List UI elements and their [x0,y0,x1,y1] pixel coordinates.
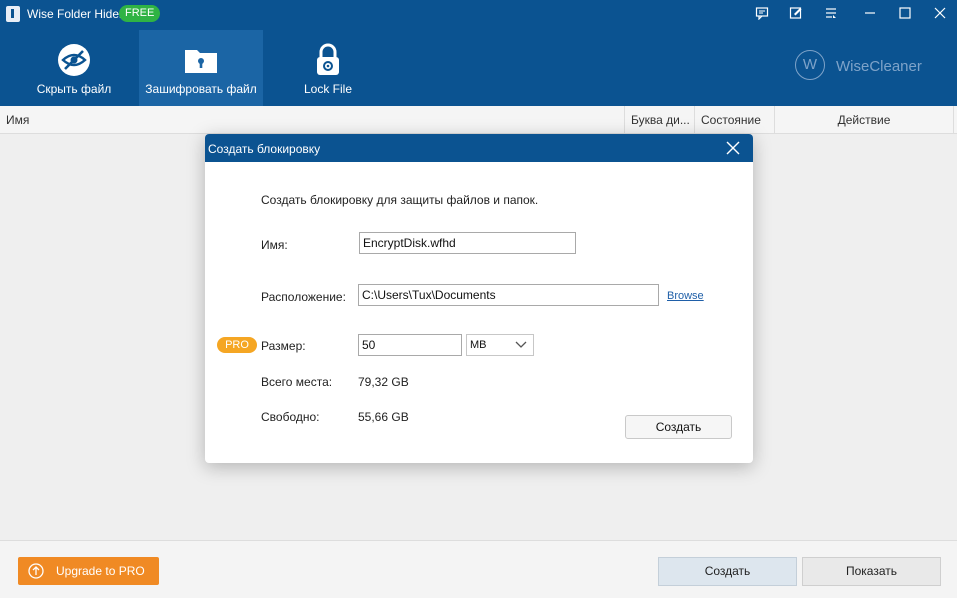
toolbar-lock-file-label: Lock File [303,82,353,96]
column-status[interactable]: Состояние [695,106,775,134]
dialog-description: Создать блокировку для защиты файлов и п… [261,193,539,207]
chevron-down-icon [515,341,527,348]
folder-lock-icon [185,50,217,73]
wisecleaner-brand: WiseCleaner [836,58,922,75]
eye-slash-icon [58,44,90,76]
size-label: Размер: [261,339,306,353]
toolbar-lock-file[interactable]: Lock File [266,30,390,106]
footer-bar: Upgrade to PRO Создать Показать [0,540,957,598]
column-action[interactable]: Действие [775,106,954,134]
total-space-label: Всего места: [261,375,333,389]
arrow-up-circle-icon [28,563,44,579]
edit-icon[interactable] [782,2,810,24]
free-space-value: 55,66 GB [358,410,409,424]
upgrade-label: Upgrade to PRO [56,564,145,578]
close-icon[interactable] [926,2,954,24]
minimize-icon[interactable] [856,2,884,24]
size-unit-select[interactable]: MB [466,334,534,356]
toolbar-encrypt-file-label: Зашифровать файл [145,82,257,96]
padlock-icon [317,43,339,75]
dialog-title: Создать блокировку [208,142,321,156]
location-label: Расположение: [261,290,346,304]
feedback-icon[interactable] [748,2,776,24]
dialog-close-icon[interactable] [723,138,743,158]
toolbar-encrypt-file[interactable]: Зашифровать файл [139,30,263,106]
column-drive-letter[interactable]: Буква ди... [625,106,695,134]
name-label: Имя: [261,238,288,252]
total-space-value: 79,32 GB [358,375,409,389]
column-name[interactable]: Имя [0,106,625,134]
free-badge: FREE [119,5,161,22]
footer-create-button[interactable]: Создать [658,557,797,586]
maximize-icon[interactable] [891,2,919,24]
toolbar-hide-file-label: Скрыть файл [36,82,112,96]
name-input[interactable]: EncryptDisk.wfhd [359,232,576,254]
size-input[interactable]: 50 [358,334,462,356]
toolbar-hide-file[interactable]: Скрыть файл [12,30,136,106]
location-input[interactable]: C:\Users\Tux\Documents [358,284,659,306]
size-unit-value: MB [470,339,487,351]
create-lock-dialog: Создать блокировку Создать блокировку дл… [205,134,753,463]
footer-show-button[interactable]: Показать [802,557,941,586]
title-bar: Wise Folder Hider FREE [0,0,957,28]
app-title: Wise Folder Hider [27,7,124,21]
app-header: Wise Folder Hider FREE Скрыть файл Зашиф… [0,0,957,106]
table-header: Имя Буква ди... Состояние Действие [0,106,957,134]
pro-badge: PRO [217,337,257,353]
upgrade-button[interactable]: Upgrade to PRO [18,557,159,585]
menu-icon[interactable] [817,2,845,24]
browse-link[interactable]: Browse [667,290,704,302]
dialog-create-button[interactable]: Создать [625,415,732,439]
dialog-title-bar: Создать блокировку [205,134,753,162]
free-space-label: Свободно: [261,410,320,424]
wisecleaner-logo-icon: W [795,50,825,80]
app-logo-icon [6,6,20,22]
